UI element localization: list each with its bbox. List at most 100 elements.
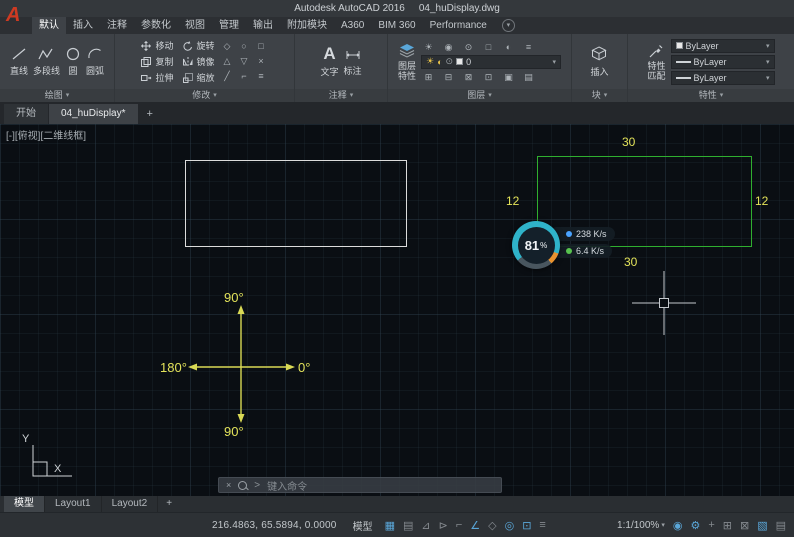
dimension-label-right[interactable]: 12 <box>755 194 768 208</box>
file-tab-document[interactable]: 04_huDisplay* <box>49 104 138 124</box>
ribbon-tab-a360[interactable]: A360 <box>334 17 371 34</box>
line-button[interactable]: 直线 <box>10 46 28 77</box>
dimension-button[interactable]: 标注 <box>344 46 362 77</box>
search-icon[interactable] <box>238 481 247 490</box>
text-button[interactable]: A 文字 <box>320 45 338 78</box>
stretch-button[interactable]: 拉伸 <box>140 71 173 84</box>
infer-constraints-icon[interactable]: ⊿ <box>421 519 430 532</box>
trim-icon[interactable]: △ <box>220 55 235 68</box>
ribbon-tab-addins[interactable]: 附加模块 <box>280 17 334 34</box>
workspace-switch-icon[interactable]: ⚙ <box>690 519 700 532</box>
tab-model[interactable]: 模型 <box>4 496 45 512</box>
app-menu-logo[interactable]: A <box>6 0 20 30</box>
layer-unlock-all-icon[interactable]: ⊠ <box>461 71 476 83</box>
layer-dropdown[interactable]: ☀ ◐ ⊙ 0 ▾ <box>421 55 561 69</box>
object-snap-icon[interactable]: ⊡ <box>522 519 531 532</box>
layer-current-icon[interactable]: ⊡ <box>481 71 496 83</box>
object-color-dropdown[interactable]: ByLayer ▾ <box>671 39 775 53</box>
ribbon-tab-performance[interactable]: Performance <box>423 17 494 34</box>
customize-icon[interactable]: ▤ <box>776 519 786 532</box>
offset-icon[interactable]: ○ <box>237 40 252 53</box>
quick-properties-icon[interactable]: ⊞ <box>723 519 732 532</box>
lineweight-icon[interactable]: ≡ <box>539 519 545 532</box>
dimension-label-top[interactable]: 30 <box>622 135 635 149</box>
annotation-visibility-icon[interactable]: ◉ <box>673 519 683 532</box>
arc-button[interactable]: 圆弧 <box>86 46 104 77</box>
extend-icon[interactable]: ▽ <box>237 55 252 68</box>
speed-upload-pill[interactable]: 238 K/s <box>550 227 615 241</box>
lock-ui-icon[interactable]: ⊠ <box>740 519 749 532</box>
layer-walk-icon[interactable]: ▣ <box>501 71 516 83</box>
ribbon-tab-view[interactable]: 视图 <box>178 17 212 34</box>
ribbon-tab-annotate[interactable]: 注释 <box>100 17 134 34</box>
ribbon-tab-output[interactable]: 输出 <box>246 17 280 34</box>
ribbon-display-toggle-icon[interactable]: ▾ <box>502 19 515 32</box>
model-space-indicator[interactable]: 模型 <box>353 518 373 533</box>
copy-button[interactable]: 复制 <box>140 55 173 68</box>
insert-block-button[interactable]: 插入 <box>590 45 608 78</box>
hardware-acceleration-icon[interactable]: ▧ <box>757 519 767 532</box>
lineweight-dropdown[interactable]: ByLayer ▾ <box>671 55 775 69</box>
new-layout-plus-icon[interactable]: + <box>158 496 180 512</box>
speed-widget-ring[interactable]: 81 % <box>512 221 560 269</box>
panel-label-layers[interactable]: 图层▾ <box>388 89 571 102</box>
erase-icon[interactable]: × <box>254 55 269 68</box>
explode-icon[interactable]: ╱ <box>220 70 235 83</box>
ucs-icon[interactable]: Y X <box>12 428 82 488</box>
polyline-button[interactable]: 多段线 <box>33 46 60 77</box>
layer-off-icon[interactable]: ⊞ <box>421 71 436 83</box>
more-modify-icon[interactable]: ≡ <box>254 70 269 83</box>
layer-isolate-icon[interactable]: □ <box>481 41 496 53</box>
ribbon-tab-insert[interactable]: 插入 <box>66 17 100 34</box>
move-button[interactable]: 移动 <box>140 39 173 52</box>
new-drawing-plus-icon[interactable]: + <box>139 104 161 124</box>
tab-layout1[interactable]: Layout1 <box>45 496 102 512</box>
grid-icon[interactable]: ▦ <box>385 519 395 532</box>
layer-match-icon[interactable]: ≡ <box>521 41 536 53</box>
panel-label-annotate[interactable]: 注释▾ <box>295 89 387 102</box>
annotation-scale-button[interactable]: 1:1/100%▾ <box>617 520 665 531</box>
angle-cross-arrows[interactable] <box>170 302 335 437</box>
linetype-dropdown[interactable]: ByLayer ▾ <box>671 71 775 85</box>
layer-thaw-icon[interactable]: ⊟ <box>441 71 456 83</box>
layer-freeze-icon[interactable]: ◉ <box>441 41 456 53</box>
dimension-label-left[interactable]: 12 <box>506 194 519 208</box>
annotation-monitor-icon[interactable]: + <box>708 519 714 531</box>
mirror-button[interactable]: 镜像 <box>182 55 215 68</box>
command-input[interactable]: 键入命令 <box>267 478 307 493</box>
drawing-canvas[interactable]: [-][俯视][二维线框] 30 12 12 30 90° 180° 0° 90… <box>0 124 794 496</box>
tab-layout2[interactable]: Layout2 <box>102 496 159 512</box>
layer-unisolate-icon[interactable]: ◐ <box>501 41 516 53</box>
snap-mode-icon[interactable]: ▤ <box>403 519 413 532</box>
ribbon-tab-manage[interactable]: 管理 <box>212 17 246 34</box>
panel-label-properties[interactable]: 特性▾ <box>628 89 794 102</box>
file-tab-start[interactable]: 开始 <box>4 104 48 124</box>
dynamic-input-icon[interactable]: ⊳ <box>439 519 448 532</box>
layer-lock-icon[interactable]: ⊙ <box>461 41 476 53</box>
rotate-button[interactable]: 旋转 <box>182 39 215 52</box>
array-icon[interactable]: □ <box>254 40 269 53</box>
match-properties-button[interactable]: 特性匹配 <box>647 43 665 81</box>
viewport-controls[interactable]: [-][俯视][二维线框] <box>6 127 86 142</box>
isometric-draft-icon[interactable]: ◇ <box>488 519 496 532</box>
ribbon-tab-bim360[interactable]: BIM 360 <box>371 17 422 34</box>
command-line-bar[interactable]: × > 键入命令 <box>218 477 502 493</box>
drawn-rectangle-white[interactable] <box>185 160 407 247</box>
ortho-mode-icon[interactable]: ⌐ <box>456 519 462 532</box>
panel-label-draw[interactable]: 绘图▾ <box>0 89 114 102</box>
panel-label-modify[interactable]: 修改▾ <box>115 89 294 102</box>
scale-button[interactable]: 缩放 <box>182 71 215 84</box>
osnap-tracking-icon[interactable]: ◎ <box>505 519 515 532</box>
chamfer-icon[interactable]: ⌐ <box>237 70 252 83</box>
fillet-icon[interactable]: ◇ <box>220 40 235 53</box>
panel-label-block[interactable]: 块▾ <box>572 89 627 102</box>
layer-properties-button[interactable]: 图层特性 <box>398 43 416 81</box>
stretch-label: 拉伸 <box>155 71 173 84</box>
layer-on-icon[interactable]: ☀ <box>421 41 436 53</box>
ribbon-tab-parametric[interactable]: 参数化 <box>134 17 178 34</box>
command-close-icon[interactable]: × <box>226 480 231 490</box>
circle-button[interactable]: 圆 <box>65 46 81 77</box>
polar-tracking-icon[interactable]: ∠ <box>470 519 480 532</box>
layer-states-icon[interactable]: ▤ <box>521 71 536 83</box>
ribbon-tab-home[interactable]: 默认 <box>32 17 66 34</box>
